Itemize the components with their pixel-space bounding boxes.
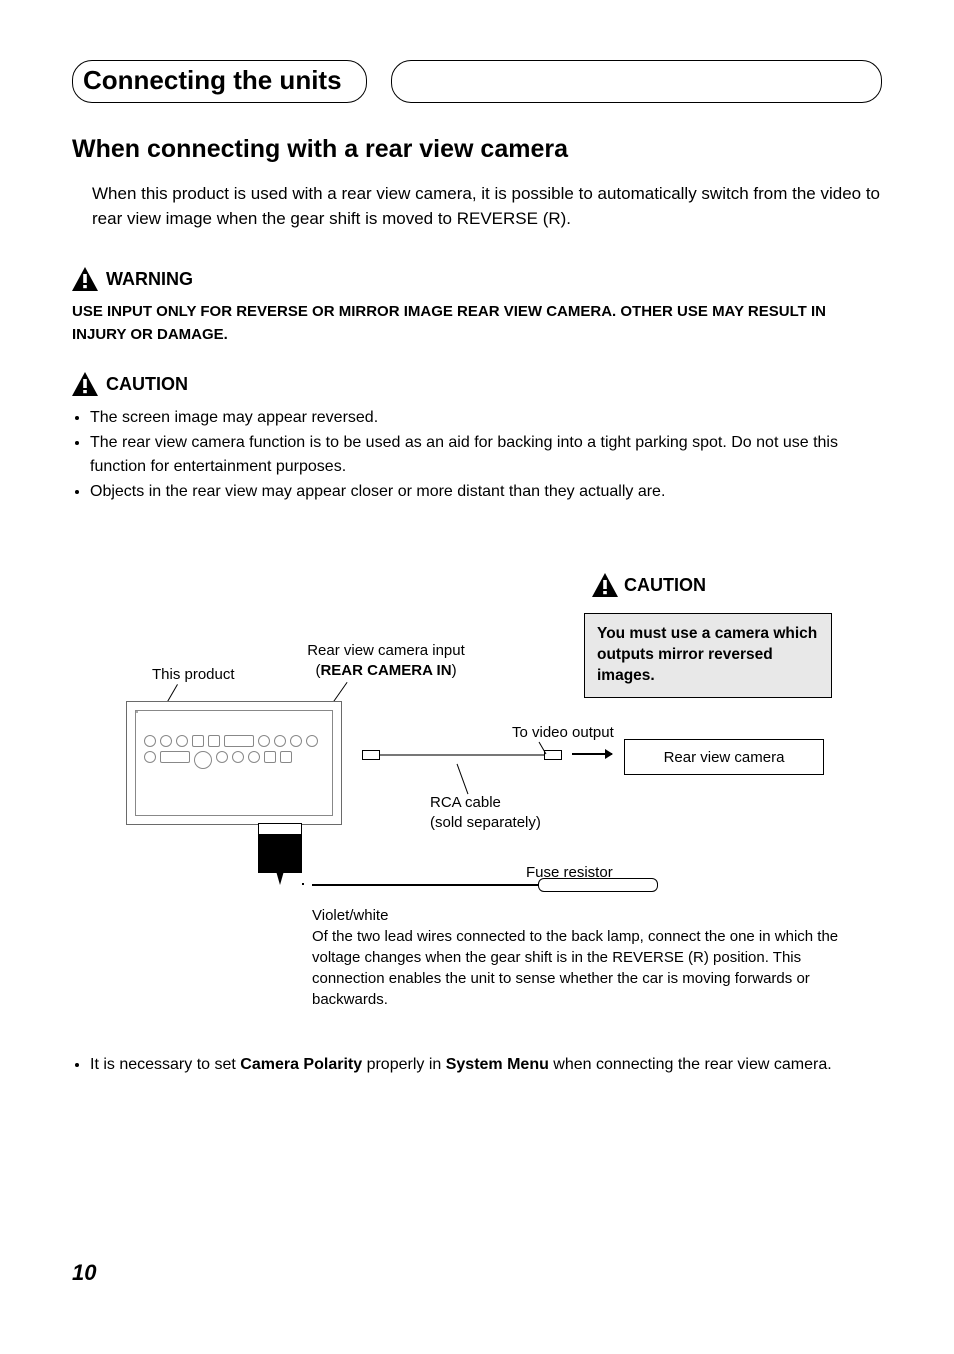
warning-text: USE INPUT ONLY FOR REVERSE OR MIRROR IMA… (72, 301, 882, 346)
arrow-icon (572, 753, 612, 755)
caution-box: You must use a camera which outputs mirr… (584, 613, 832, 698)
rca-cable (362, 746, 562, 764)
violet-white-wire-tag (258, 831, 302, 873)
diagram-caution-label: CAUTION (624, 575, 706, 596)
pointer-line (167, 684, 178, 702)
violet-white-note: Of the two lead wires connected to the b… (312, 928, 838, 1008)
rear-view-camera-box: Rear view camera (624, 739, 824, 775)
violet-white-label: Violet/white (312, 907, 388, 924)
violet-white-description: Violet/white Of the two lead wires conne… (312, 905, 842, 1010)
bottom-note-list: It is necessary to set Camera Polarity p… (72, 1053, 882, 1077)
pointer-line (302, 883, 304, 885)
system-menu-bold: System Menu (446, 1056, 549, 1073)
camera-polarity-bold: Camera Polarity (240, 1056, 362, 1073)
rca-label-text: RCA cable (430, 794, 501, 811)
rear-camera-in-bold: REAR CAMERA IN (320, 662, 451, 679)
rear-input-line1: Rear view camera input (307, 642, 465, 659)
fuse-resistor (538, 878, 658, 892)
warning-icon (72, 267, 98, 291)
caution-icon (592, 573, 618, 597)
header-tabs: Connecting the units (72, 60, 882, 103)
list-item: Objects in the rear view may appear clos… (90, 480, 882, 503)
intro-paragraph: When this product is used with a rear vi… (92, 182, 882, 231)
wiring-diagram: CAUTION You must use a camera which outp… (72, 573, 882, 1033)
list-item: The screen image may appear reversed. (90, 406, 882, 429)
section-heading: When connecting with a rear view camera (72, 135, 882, 164)
section-tab: Connecting the units (72, 60, 367, 103)
page-number: 10 (72, 1260, 96, 1286)
empty-tab (391, 60, 882, 103)
this-product-label: This product (152, 665, 235, 685)
warning-header: WARNING (72, 267, 882, 291)
caution-header: CAUTION (72, 372, 882, 396)
note-prefix: It is necessary to set (90, 1056, 240, 1073)
diagram-caution-header: CAUTION (592, 573, 706, 597)
pointer-line (457, 764, 469, 794)
rear-input-label: Rear view camera input (REAR CAMERA IN) (296, 641, 476, 680)
rear-view-camera-label: Rear view camera (664, 749, 785, 766)
head-unit-rear-panel (126, 701, 342, 825)
paren-close: ) (452, 662, 457, 679)
caution-label: CAUTION (106, 374, 188, 395)
list-item: The rear view camera function is to be u… (90, 431, 882, 477)
note-mid: properly in (362, 1056, 446, 1073)
to-video-output-label: To video output (512, 723, 614, 743)
fuse-wire-line (312, 884, 538, 886)
warning-label: WARNING (106, 269, 193, 290)
caution-list: The screen image may appear reversed. Th… (72, 406, 882, 503)
list-item: It is necessary to set Camera Polarity p… (90, 1053, 882, 1077)
note-suffix: when connecting the rear view camera. (549, 1056, 832, 1073)
rca-cable-label: RCA cable (sold separately) (430, 793, 541, 832)
caution-icon (72, 372, 98, 396)
rca-note-text: (sold separately) (430, 814, 541, 831)
